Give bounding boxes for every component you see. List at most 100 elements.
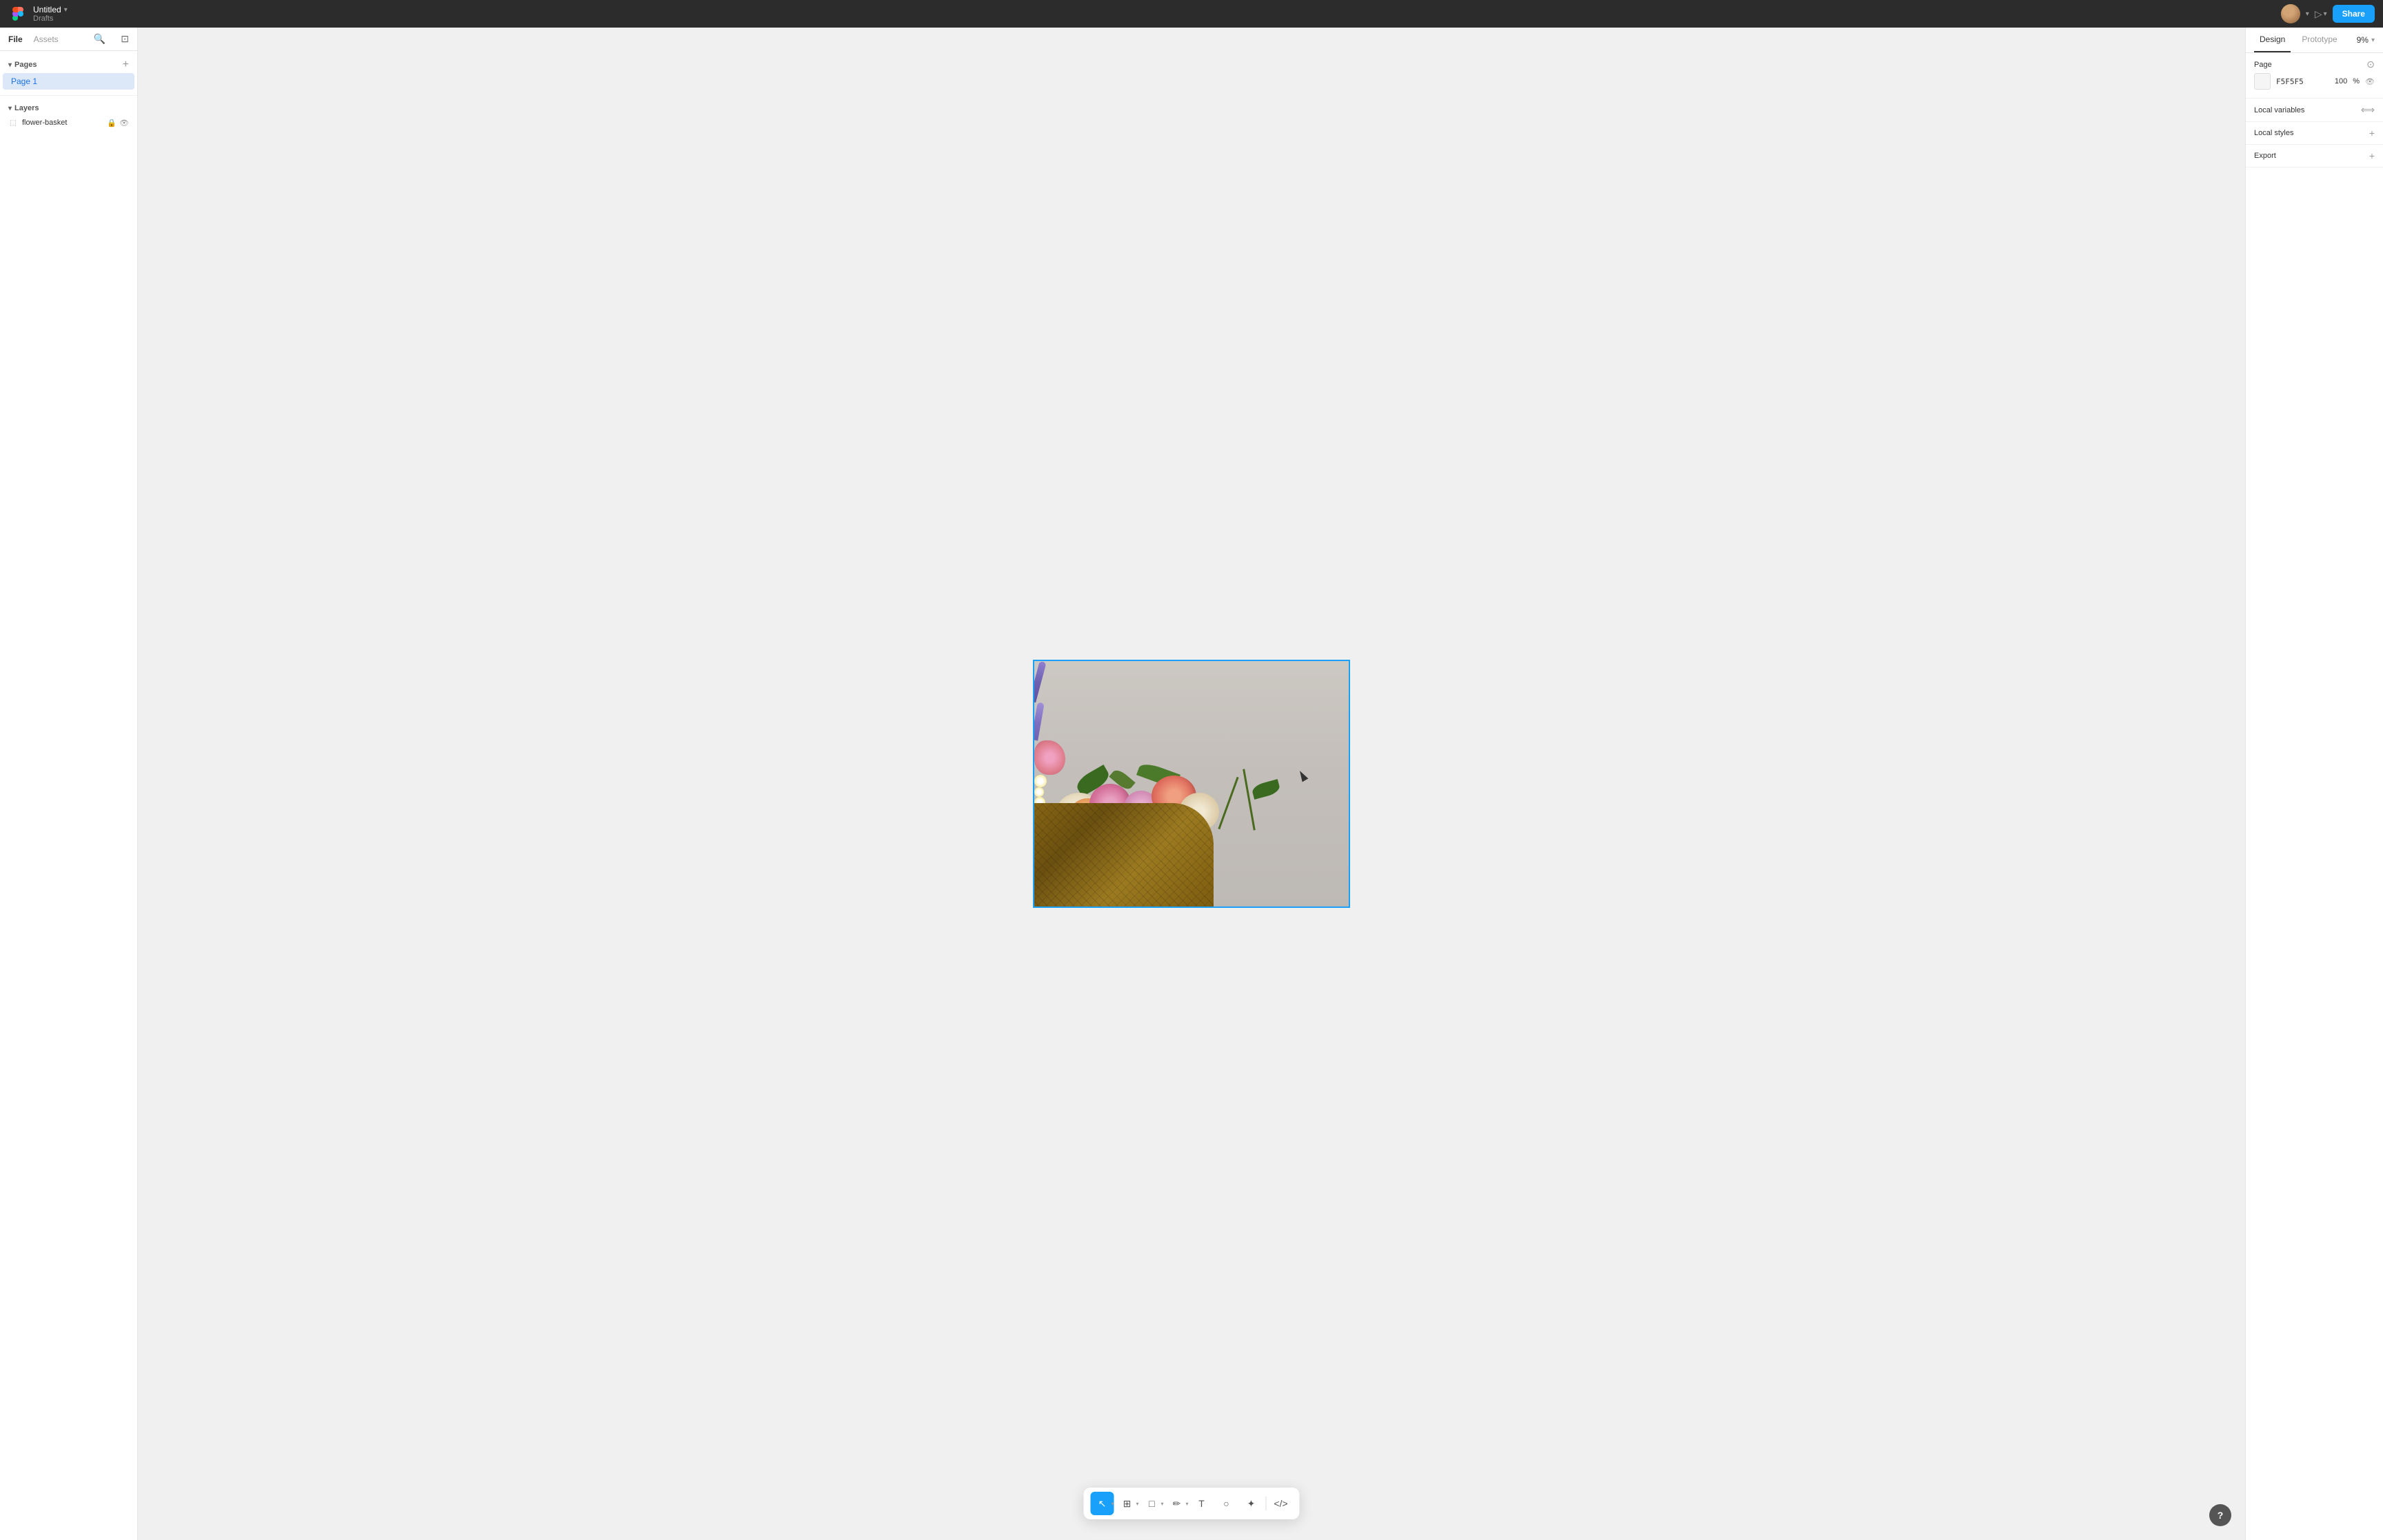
play-icon: ▷ bbox=[2315, 8, 2322, 20]
image-icon: ⬚ bbox=[8, 118, 18, 128]
avatar-image bbox=[2281, 4, 2300, 23]
main-layout: File Assets 🔍 ⊡ ▾ Pages + Page 1 ▾ Layer bbox=[0, 28, 2383, 1540]
pages-section-header[interactable]: ▾ Pages + bbox=[0, 57, 137, 73]
tab-assets[interactable]: Assets bbox=[34, 33, 59, 45]
add-page-icon[interactable]: + bbox=[123, 59, 129, 70]
components-tool[interactable]: ✦ bbox=[1240, 1492, 1263, 1515]
avatar-chevron: ▾ bbox=[2306, 10, 2309, 18]
opacity-value[interactable]: 100 bbox=[2335, 77, 2347, 85]
daisy-2 bbox=[1034, 787, 1044, 797]
panel-tabs: File Assets 🔍 ⊡ bbox=[0, 28, 137, 51]
layers-section-header[interactable]: ▾ Layers bbox=[0, 101, 137, 115]
leaf-3 bbox=[1251, 779, 1281, 800]
page-item-1[interactable]: Page 1 bbox=[3, 73, 134, 90]
select-tool[interactable]: ↖ bbox=[1090, 1492, 1114, 1515]
canvas[interactable]: ↖ ▾ ⊞ ▾ □ ▾ ✏ ▾ bbox=[138, 28, 2245, 1540]
play-button[interactable]: ▷ ▾ bbox=[2315, 8, 2327, 20]
local-variables-icon[interactable]: ⟺ bbox=[2361, 104, 2375, 116]
select-icon: ↖ bbox=[1098, 1498, 1107, 1510]
local-styles-section: Local styles + bbox=[2246, 122, 2383, 145]
top-bar-left: Untitled ▾ Drafts bbox=[8, 4, 68, 23]
frame-icon: ⊞ bbox=[1123, 1498, 1132, 1510]
frame-tool[interactable]: ⊞ bbox=[1115, 1492, 1138, 1515]
stem-2 bbox=[1243, 769, 1256, 830]
color-swatch[interactable] bbox=[2254, 73, 2271, 90]
layer-actions: 🔒 👁 bbox=[107, 119, 129, 128]
text-icon: T bbox=[1198, 1498, 1205, 1509]
flower-image bbox=[1034, 661, 1349, 906]
file-title[interactable]: Untitled ▾ bbox=[33, 5, 68, 14]
local-variables-title: Local variables bbox=[2254, 106, 2304, 114]
pages-toggle-icon: ▾ bbox=[8, 61, 12, 69]
local-styles-add-icon[interactable]: + bbox=[2369, 128, 2375, 139]
layers-section: ▾ Layers ⬚ flower-basket 🔒 👁 bbox=[0, 96, 137, 1540]
pen-icon: ✏ bbox=[1173, 1498, 1181, 1510]
components-icon: ✦ bbox=[1247, 1498, 1256, 1510]
bottom-toolbar: ↖ ▾ ⊞ ▾ □ ▾ ✏ ▾ bbox=[1083, 1488, 1299, 1519]
image-frame[interactable] bbox=[1033, 660, 1350, 908]
shape-caret: ▾ bbox=[1161, 1501, 1164, 1507]
toolbar-divider bbox=[1266, 1497, 1267, 1510]
frame-caret: ▾ bbox=[1136, 1501, 1138, 1507]
local-variables-header[interactable]: Local variables ⟺ bbox=[2254, 104, 2375, 116]
text-tool[interactable]: T bbox=[1190, 1492, 1214, 1515]
avatar[interactable] bbox=[2281, 4, 2300, 23]
file-name: Untitled bbox=[33, 5, 61, 14]
page-section: Page ⊙ F5F5F5 100 % 👁 bbox=[2246, 53, 2383, 99]
pen-caret: ▾ bbox=[1186, 1501, 1189, 1507]
basket bbox=[1034, 803, 1214, 906]
layers-section-title: ▾ Layers bbox=[8, 104, 39, 112]
color-input-row: F5F5F5 100 % 👁 bbox=[2254, 70, 2375, 92]
zoom-value: 9% bbox=[2357, 35, 2369, 45]
shape-icon: □ bbox=[1149, 1498, 1154, 1509]
figma-logo[interactable] bbox=[8, 4, 28, 23]
zoom-dropdown[interactable]: ▾ bbox=[2371, 37, 2375, 44]
local-styles-title: Local styles bbox=[2254, 129, 2293, 137]
tab-prototype[interactable]: Prototype bbox=[2296, 28, 2342, 52]
top-bar-right: ▾ ▷ ▾ Share bbox=[2281, 4, 2375, 23]
cursor bbox=[1299, 770, 1307, 782]
right-panel: Design Prototype 9% ▾ Page ⊙ F5F5F5 100 … bbox=[2245, 28, 2383, 1540]
daisy-1 bbox=[1034, 775, 1047, 787]
export-header[interactable]: Export + bbox=[2254, 150, 2375, 161]
tab-design[interactable]: Design bbox=[2254, 28, 2291, 52]
layer-label: flower-basket bbox=[22, 119, 103, 127]
lavender-2 bbox=[1034, 702, 1045, 741]
page-settings-icon[interactable]: ⊙ bbox=[2366, 59, 2375, 70]
color-hex-value[interactable]: F5F5F5 bbox=[2276, 77, 2304, 86]
top-bar: Untitled ▾ Drafts ▾ ▷ ▾ Share bbox=[0, 0, 2383, 28]
lavender-1 bbox=[1034, 661, 1047, 702]
pink-cluster bbox=[1034, 740, 1065, 775]
select-caret: ▾ bbox=[1111, 1501, 1114, 1507]
zoom-row: 9% ▾ bbox=[2357, 28, 2375, 52]
layers-toggle-icon: ▾ bbox=[8, 105, 12, 112]
local-styles-header[interactable]: Local styles + bbox=[2254, 128, 2375, 139]
opacity-unit: % bbox=[2353, 77, 2360, 85]
file-subtitle: Drafts bbox=[33, 14, 68, 23]
opacity-eye-icon[interactable]: 👁 bbox=[2365, 77, 2375, 86]
share-button[interactable]: Share bbox=[2333, 5, 2375, 23]
lock-icon[interactable]: 🔒 bbox=[107, 119, 117, 128]
export-add-icon[interactable]: + bbox=[2369, 150, 2375, 161]
search-icon[interactable]: 🔍 bbox=[94, 33, 105, 45]
help-icon: ? bbox=[2218, 1510, 2224, 1521]
ellipse-icon: ○ bbox=[1223, 1498, 1229, 1509]
left-panel: File Assets 🔍 ⊡ ▾ Pages + Page 1 ▾ Layer bbox=[0, 28, 138, 1540]
pages-section: ▾ Pages + Page 1 bbox=[0, 51, 137, 96]
code-tool[interactable]: </> bbox=[1269, 1492, 1293, 1515]
play-chevron: ▾ bbox=[2324, 10, 2327, 18]
layer-item-flower-basket[interactable]: ⬚ flower-basket 🔒 👁 bbox=[0, 115, 137, 130]
export-title: Export bbox=[2254, 152, 2276, 160]
select-tool-group: ↖ ▾ bbox=[1090, 1492, 1114, 1515]
code-icon: </> bbox=[1274, 1498, 1287, 1509]
visibility-icon[interactable]: 👁 bbox=[119, 119, 129, 128]
ellipse-tool[interactable]: ○ bbox=[1215, 1492, 1238, 1515]
pen-tool[interactable]: ✏ bbox=[1165, 1492, 1189, 1515]
right-panel-tabs: Design Prototype 9% ▾ bbox=[2246, 28, 2383, 53]
shape-tool[interactable]: □ bbox=[1140, 1492, 1164, 1515]
tab-file[interactable]: File bbox=[8, 33, 23, 45]
stem-1 bbox=[1218, 777, 1238, 829]
help-button[interactable]: ? bbox=[2209, 1504, 2231, 1526]
layout-toggle-icon[interactable]: ⊡ bbox=[121, 33, 129, 45]
page-section-header[interactable]: Page ⊙ bbox=[2254, 59, 2375, 70]
